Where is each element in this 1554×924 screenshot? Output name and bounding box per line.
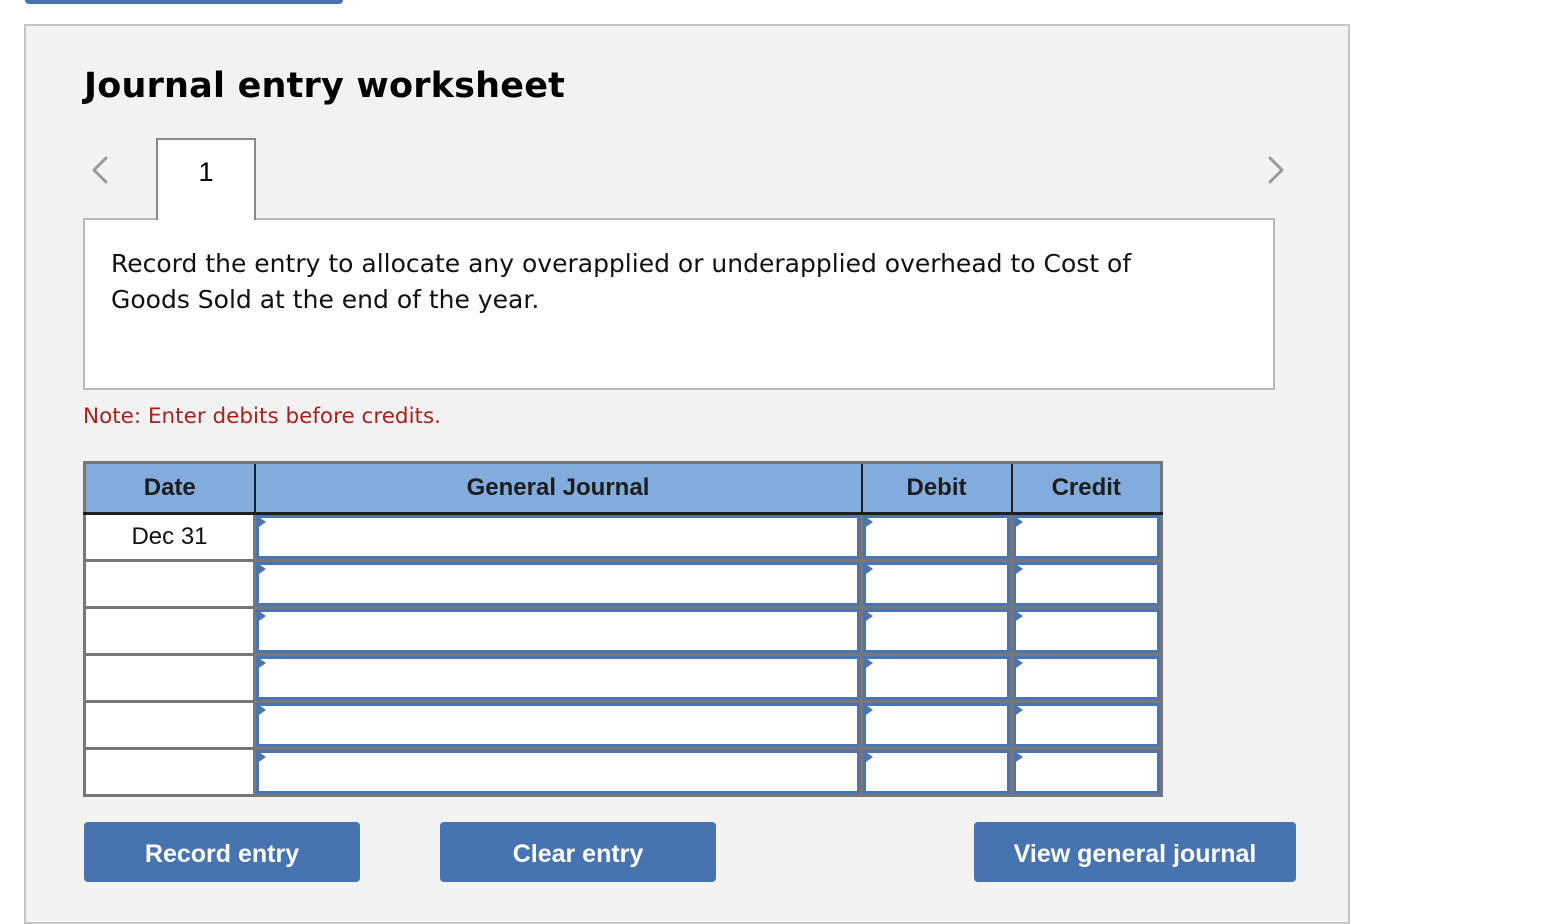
account-cell	[254, 654, 863, 703]
account-cell	[254, 607, 863, 656]
chevron-right-icon	[1268, 156, 1284, 184]
credit-input[interactable]	[1013, 515, 1160, 559]
instruction-box: Record the entry to allocate any overapp…	[83, 218, 1275, 390]
credit-cell	[1011, 748, 1162, 796]
cell-marker-icon	[256, 562, 266, 576]
top-button-edge[interactable]	[25, 0, 343, 4]
table-row	[84, 701, 1162, 750]
table-row	[84, 748, 1162, 796]
debit-input[interactable]	[863, 656, 1010, 700]
table-row	[84, 560, 1162, 609]
worksheet-panel: Journal entry worksheet 1 Record the ent…	[24, 24, 1350, 924]
account-select[interactable]	[256, 609, 860, 653]
date-cell: Dec 31	[84, 513, 256, 562]
date-cell	[84, 560, 256, 609]
cell-marker-icon	[256, 656, 266, 670]
account-cell	[254, 560, 863, 609]
cell-marker-icon	[863, 656, 873, 670]
cell-marker-icon	[863, 750, 873, 764]
instruction-text: Record the entry to allocate any overapp…	[111, 249, 1132, 314]
account-cell	[254, 748, 863, 796]
debit-cell	[861, 560, 1013, 609]
debit-input[interactable]	[863, 750, 1010, 794]
debit-input[interactable]	[863, 609, 1010, 653]
credit-cell	[1011, 513, 1162, 562]
cell-marker-icon	[1013, 515, 1023, 529]
account-cell	[254, 513, 863, 562]
debit-input[interactable]	[863, 703, 1010, 747]
tab-entry-1[interactable]: 1	[156, 138, 256, 220]
journal-table: Date General Journal Debit Credit Dec 31	[83, 461, 1163, 797]
debit-cell	[861, 748, 1013, 796]
date-cell	[84, 701, 256, 750]
credit-input[interactable]	[1013, 703, 1160, 747]
cell-marker-icon	[1013, 609, 1023, 623]
credit-cell	[1011, 607, 1162, 656]
debit-input[interactable]	[863, 562, 1010, 606]
column-header-debit: Debit	[861, 462, 1013, 515]
record-entry-button[interactable]: Record entry	[84, 822, 360, 882]
previous-entry-button[interactable]	[88, 152, 112, 188]
credit-cell	[1011, 654, 1162, 703]
clear-entry-button[interactable]: Clear entry	[440, 822, 716, 882]
debit-cell	[861, 701, 1013, 750]
column-header-date: Date	[84, 462, 256, 515]
debit-input[interactable]	[863, 515, 1010, 559]
cell-marker-icon	[863, 515, 873, 529]
credit-input[interactable]	[1013, 750, 1160, 794]
cell-marker-icon	[863, 609, 873, 623]
date-cell	[84, 607, 256, 656]
column-header-credit: Credit	[1011, 462, 1162, 515]
credit-cell	[1011, 560, 1162, 609]
account-select[interactable]	[256, 656, 860, 700]
debit-cell	[861, 513, 1013, 562]
view-general-journal-button[interactable]: View general journal	[974, 822, 1296, 882]
column-header-general-journal: General Journal	[254, 462, 863, 515]
table-row	[84, 607, 1162, 656]
page-title: Journal entry worksheet	[84, 66, 566, 106]
cell-marker-icon	[256, 703, 266, 717]
debit-cell	[861, 607, 1013, 656]
account-select[interactable]	[256, 562, 860, 606]
chevron-left-icon	[92, 156, 108, 184]
date-cell	[84, 748, 256, 796]
credit-cell	[1011, 701, 1162, 750]
account-select[interactable]	[256, 515, 860, 559]
cell-marker-icon	[256, 609, 266, 623]
table-header-row: Date General Journal Debit Credit	[84, 462, 1162, 515]
next-entry-button[interactable]	[1264, 152, 1288, 188]
cell-marker-icon	[1013, 703, 1023, 717]
date-cell	[84, 654, 256, 703]
cell-marker-icon	[863, 562, 873, 576]
cell-marker-icon	[256, 750, 266, 764]
account-cell	[254, 701, 863, 750]
cell-marker-icon	[256, 515, 266, 529]
debit-cell	[861, 654, 1013, 703]
debit-credit-note: Note: Enter debits before credits.	[83, 404, 442, 429]
table-row	[84, 654, 1162, 703]
cell-marker-icon	[1013, 750, 1023, 764]
cell-marker-icon	[1013, 656, 1023, 670]
credit-input[interactable]	[1013, 609, 1160, 653]
cell-marker-icon	[1013, 562, 1023, 576]
table-row: Dec 31	[84, 513, 1162, 562]
cell-marker-icon	[863, 703, 873, 717]
credit-input[interactable]	[1013, 562, 1160, 606]
account-select[interactable]	[256, 703, 860, 747]
credit-input[interactable]	[1013, 656, 1160, 700]
account-select[interactable]	[256, 750, 860, 794]
